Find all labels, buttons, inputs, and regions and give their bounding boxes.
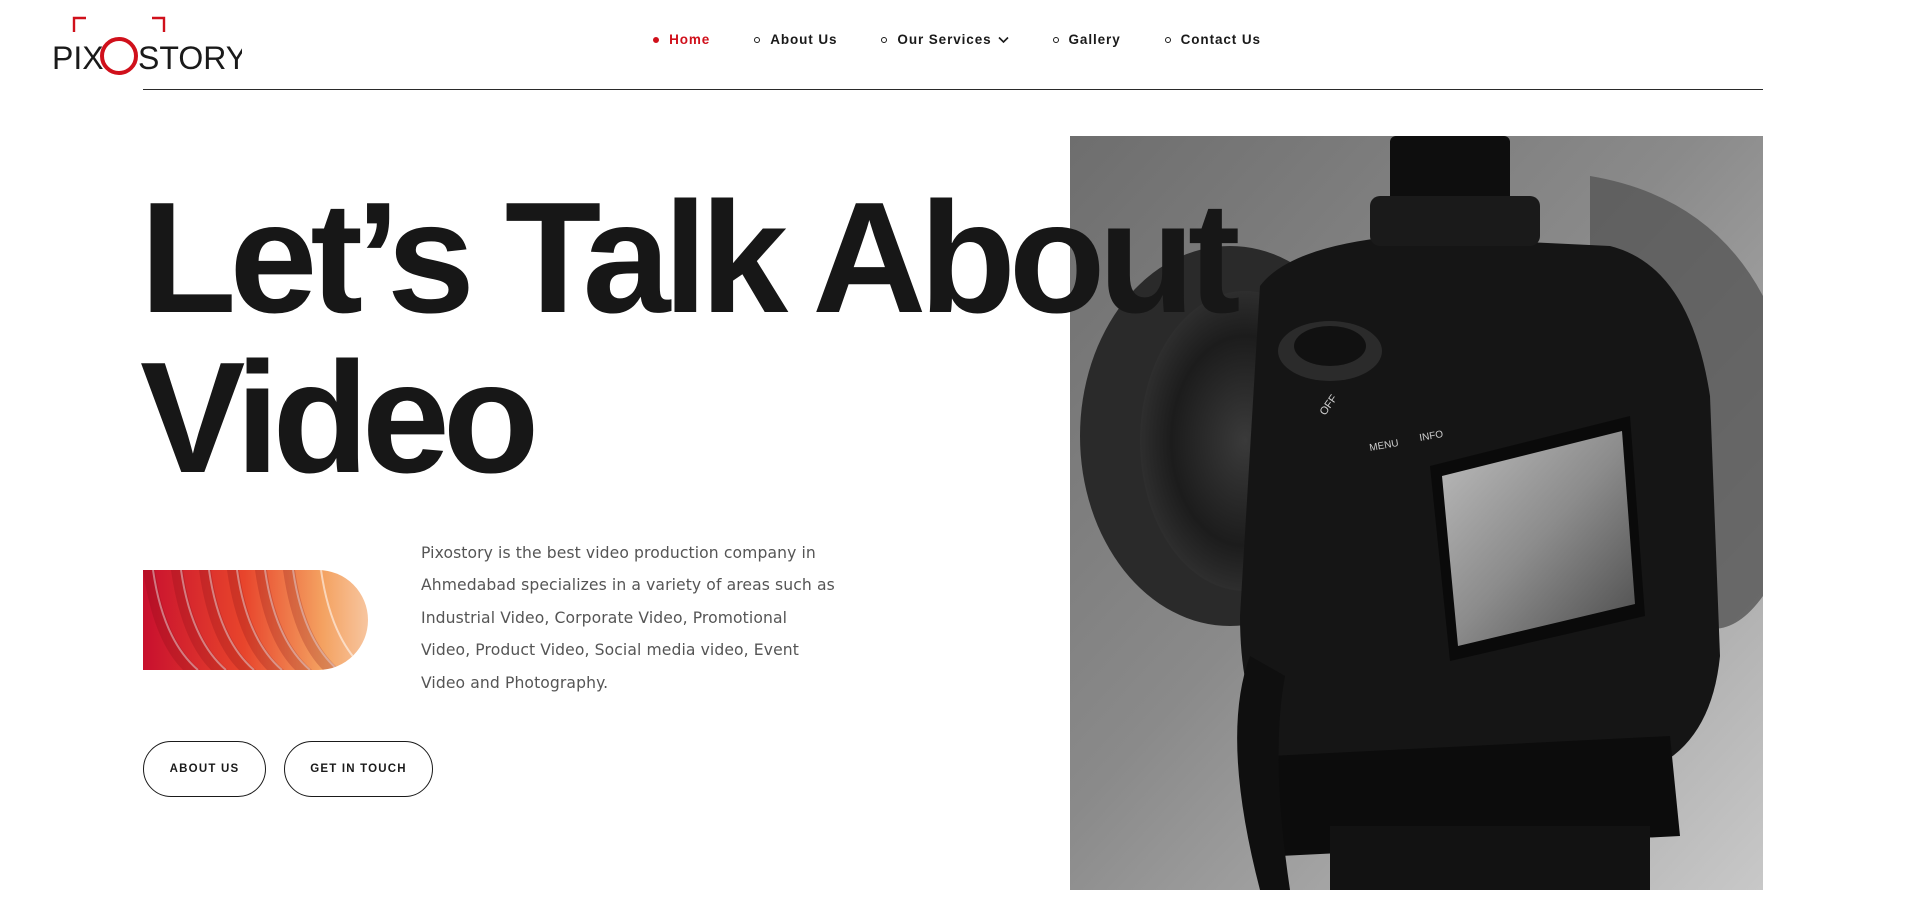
nav-item-contact-us[interactable]: Contact Us: [1164, 32, 1261, 47]
bullet-icon: [881, 36, 888, 43]
hero-description: Pixostory is the best video production c…: [421, 544, 835, 692]
chevron-down-icon[interactable]: [997, 36, 1009, 44]
nav-item-home[interactable]: Home: [653, 32, 710, 47]
about-us-button[interactable]: ABOUT US: [143, 741, 266, 797]
hero-headline-line2: Video: [140, 330, 539, 506]
nav-item-about-us[interactable]: About Us: [754, 32, 837, 47]
nav-item-gallery[interactable]: Gallery: [1052, 32, 1121, 47]
nav-item-our-services[interactable]: Our Services: [881, 32, 1009, 47]
nav-item-label: Our Services: [897, 32, 992, 47]
nav-item-label: Contact Us: [1180, 32, 1261, 47]
nav-item-label: Home: [669, 32, 711, 47]
bullet-icon: [1164, 36, 1171, 43]
decorative-wave-graphic: [143, 570, 368, 670]
nav-item-label: Gallery: [1068, 32, 1121, 47]
nav-item-label: About Us: [770, 32, 838, 47]
bullet-icon: [754, 36, 761, 43]
main-nav: Home About Us Our Services Gallery Conta…: [0, 32, 1907, 47]
hero-headline-line1: Let’s Talk About: [140, 170, 1241, 346]
header-divider: [143, 89, 1763, 90]
bullet-icon: [653, 36, 660, 43]
get-in-touch-button[interactable]: GET IN TOUCH: [284, 741, 433, 797]
wave-pattern-icon: [143, 570, 368, 670]
hero-headline: Let’s Talk About Video: [140, 170, 1241, 506]
bullet-icon: [1052, 36, 1059, 43]
